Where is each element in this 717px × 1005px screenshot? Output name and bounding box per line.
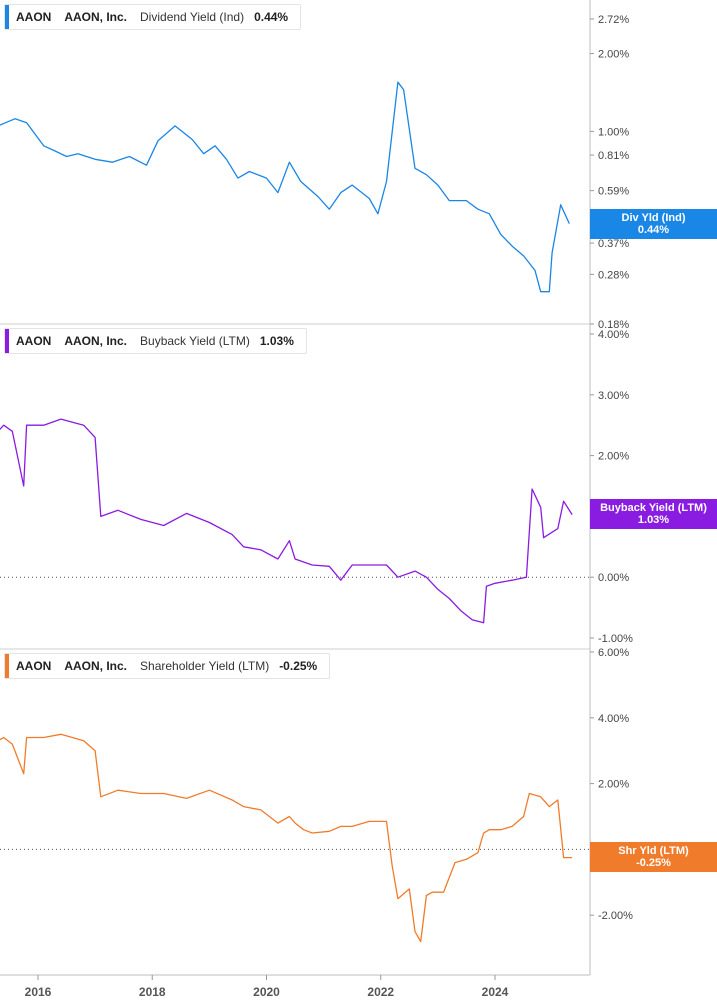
legend-value: -0.25% [279,659,318,673]
series-color-swatch [5,5,9,29]
flag-value: 0.44% [637,224,670,236]
legend-ticker: AAON [16,10,52,24]
series-line [0,418,573,624]
legend-ticker: AAON [16,334,52,348]
y-tick-label: 2.00% [598,49,629,61]
legend-metric: Shareholder Yield (LTM) [140,659,270,673]
chart-root: 2.72% 2.00% 1.00% 0.81% 0.59% 0.44% 0.37% 0.28%… [0,0,717,1005]
x-tick-label: 2022 [367,985,394,999]
legend-metric: Buyback Yield (LTM) [140,334,250,348]
flag-label: Buyback Yield (LTM) [600,502,707,514]
legend-company: AAON, Inc. [64,334,128,348]
legend-value: 0.44% [254,10,289,24]
series-color-swatch [5,654,9,678]
series-line [0,733,573,943]
y-tick-label: 6.00% [598,647,629,659]
flag-label: Div Yld (Ind) [621,212,686,224]
y-tick-label: 2.72% [598,14,629,26]
y-tick-label: 0.28% [598,269,629,281]
y-tick-label: -2.00% [598,910,633,922]
x-tick-label: 2018 [139,985,166,999]
y-tick-label: 2.00% [598,451,629,463]
legend-company: AAON, Inc. [64,10,128,24]
y-tick-label: 1.00% [598,126,629,138]
y-tick-label: 3.00% [598,390,629,402]
y-tick-label: 0.81% [598,150,629,162]
current-value-flag-buyback: Buyback Yield (LTM) 1.03% [590,499,717,529]
y-tick-label: 0.00% [598,572,629,584]
current-value-flag-dividend: Div Yld (Ind) 0.44% [590,209,717,239]
flag-value: -0.25% [636,857,671,869]
legend-dividend-yield: AAON AAON, Inc. Dividend Yield (Ind) 0.4… [4,4,302,30]
legend-metric: Dividend Yield (Ind) [140,10,245,24]
flag-value: 1.03% [637,514,670,526]
legend-value: 1.03% [259,334,294,348]
y-tick-label: 4.00% [598,713,629,725]
flag-label: Shr Yld (LTM) [618,845,689,857]
x-tick-label: 2016 [25,985,52,999]
legend-shareholder-yield: AAON AAON, Inc. Shareholder Yield (LTM) … [4,653,331,679]
series-line [0,81,570,293]
legend-ticker: AAON [16,659,52,673]
x-tick-label: 2024 [482,985,509,999]
legend-company: AAON, Inc. [64,659,128,673]
y-tick-label: 4.00% [598,329,629,341]
y-tick-label: 0.59% [598,186,629,198]
x-tick-label: 2020 [253,985,280,999]
y-tick-label: -1.00% [598,633,633,645]
series-color-swatch [5,329,9,353]
legend-buyback-yield: AAON AAON, Inc. Buyback Yield (LTM) 1.03… [4,328,307,354]
current-value-flag-shareholder: Shr Yld (LTM) -0.25% [590,842,717,872]
y-tick-label: 0.37% [598,238,629,250]
y-tick-label: 2.00% [598,779,629,791]
